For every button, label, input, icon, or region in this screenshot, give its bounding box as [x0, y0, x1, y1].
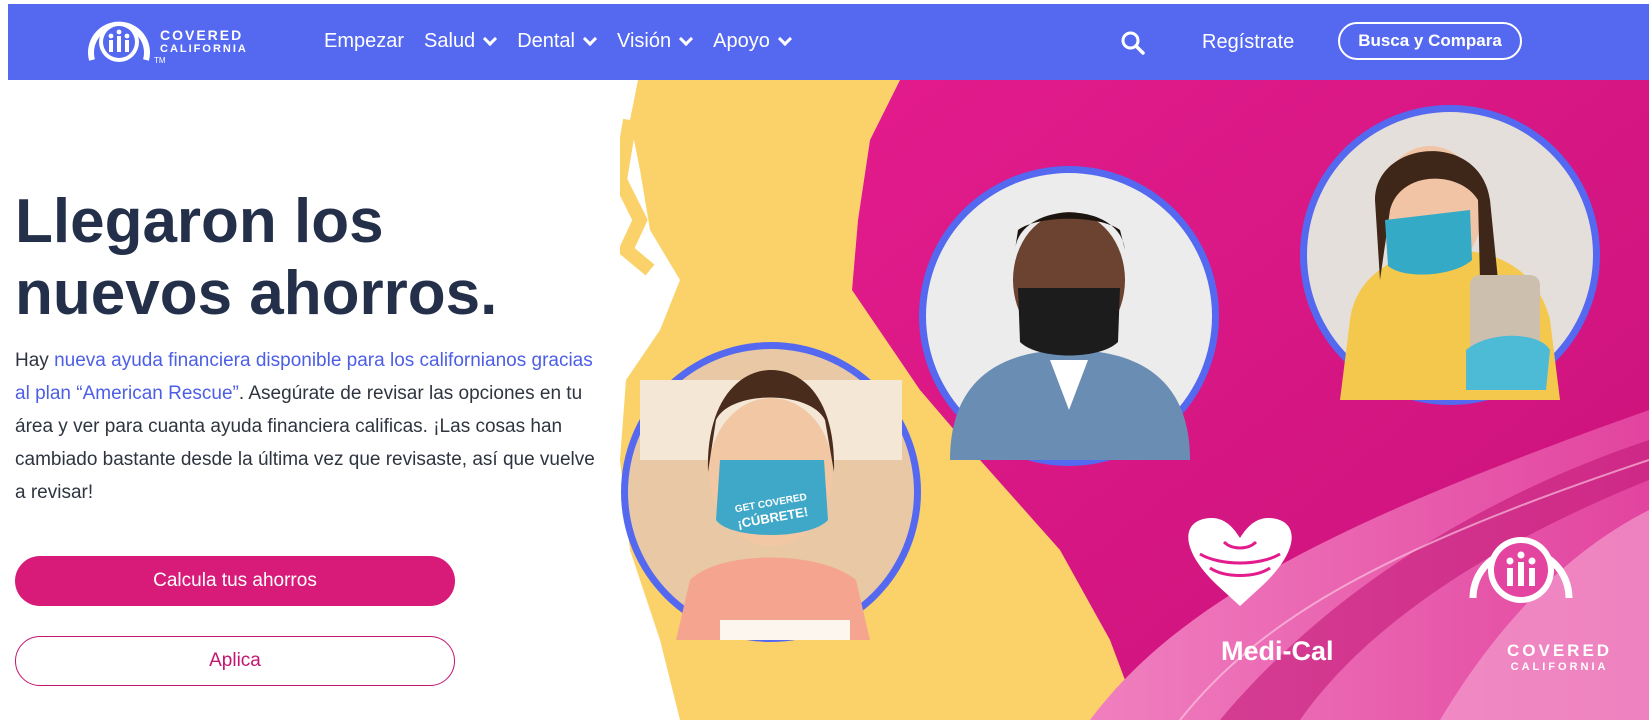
calculate-savings-button[interactable]: Calcula tus ahorros: [15, 556, 455, 606]
nav-item-label: Apoyo: [713, 30, 770, 52]
nav-item-label: Empezar: [324, 30, 405, 52]
hero-body-text: Hay nueva ayuda financiera disponible pa…: [15, 344, 595, 509]
nav-item-vision[interactable]: Visión: [617, 30, 694, 53]
main-menu: Empezar Salud Dental Visión Apoyo: [324, 30, 812, 53]
hero-headline: Llegaron los nuevos ahorros.: [15, 187, 498, 328]
register-link[interactable]: Regístrate: [1202, 31, 1294, 54]
search-icon[interactable]: [1120, 30, 1146, 56]
chevron-down-icon: [483, 31, 498, 46]
nav-item-label: Dental: [517, 30, 575, 52]
nav-item-label: Visión: [617, 30, 672, 52]
photo-girl-student: [621, 342, 921, 642]
nav-item-empezar[interactable]: Empezar: [324, 30, 404, 53]
logo-trademark: TM: [154, 56, 166, 65]
shop-and-compare-button[interactable]: Busca y Compara: [1338, 22, 1522, 60]
logo-line-1: COVERED: [160, 26, 244, 43]
nav-item-salud[interactable]: Salud: [424, 30, 498, 53]
top-navigation-bar: COVERED CALIFORNIA TM Empezar Salud Dent…: [8, 4, 1649, 80]
cc-line-1: COVERED: [1507, 641, 1613, 660]
covered-california-large-wordmark: COVERED CALIFORNIA: [1507, 642, 1612, 673]
photo-man-mask: [919, 166, 1219, 466]
chevron-down-icon: [679, 31, 694, 46]
nav-item-dental[interactable]: Dental: [517, 30, 598, 53]
logo-mark-icon: [84, 10, 154, 72]
cc-line-2: CALIFORNIA: [1510, 661, 1609, 673]
photo-woman-mask: [1300, 105, 1600, 405]
medi-cal-label: Medi-Cal: [1221, 636, 1334, 666]
nav-item-apoyo[interactable]: Apoyo: [713, 30, 792, 53]
logo-line-2: CALIFORNIA: [160, 42, 248, 55]
hero-illustration: [620, 80, 1649, 720]
chevron-down-icon: [777, 31, 792, 46]
body-prefix: Hay: [15, 350, 55, 371]
page: COVERED CALIFORNIA TM Empezar Salud Dent…: [0, 0, 1649, 720]
nav-item-label: Salud: [424, 30, 476, 52]
apply-button[interactable]: Aplica: [15, 636, 455, 686]
chevron-down-icon: [582, 31, 598, 46]
logo-wordmark: COVERED CALIFORNIA: [160, 28, 248, 55]
